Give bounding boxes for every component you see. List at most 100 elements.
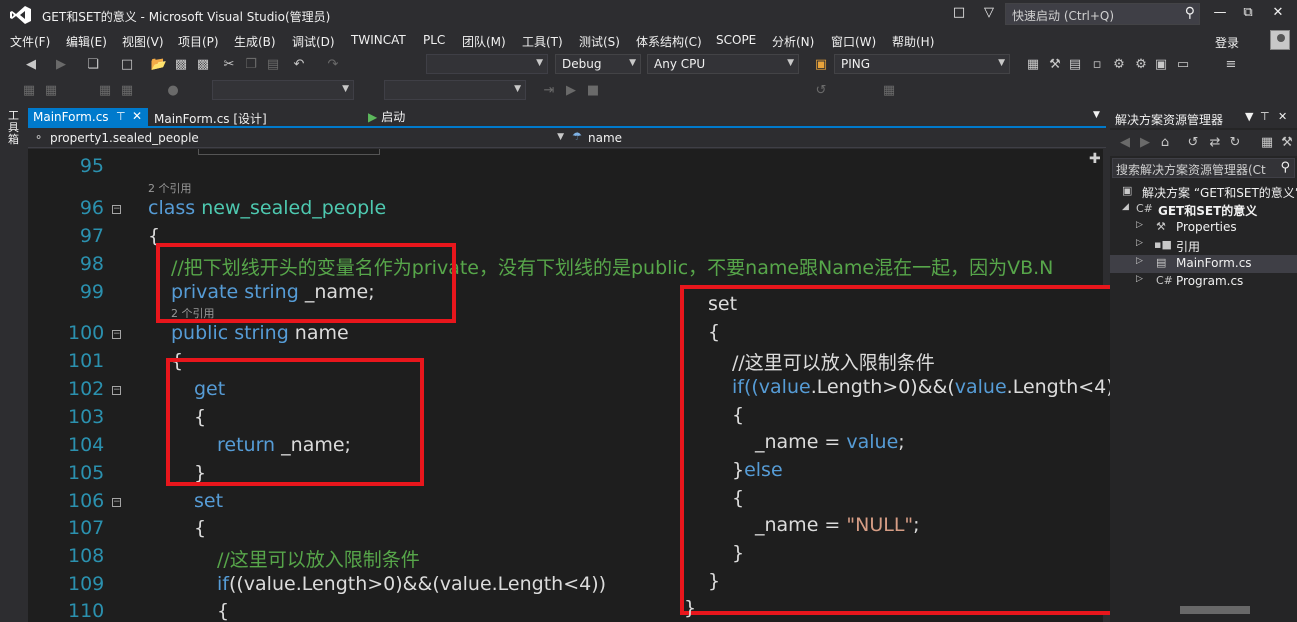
history-icon[interactable]: ↺ xyxy=(1184,133,1202,153)
cut-icon[interactable]: ✂ xyxy=(220,55,238,75)
expanded-icon[interactable]: ◢ xyxy=(1122,202,1129,212)
fold-toggle[interactable]: − xyxy=(112,330,121,339)
new-project-icon[interactable]: ❏ xyxy=(84,55,102,75)
toolbox-strip[interactable] xyxy=(0,104,22,622)
menu-view[interactable]: 视图(V) xyxy=(122,33,164,50)
tree-program[interactable]: ▷ C# Program.cs xyxy=(1110,273,1297,291)
horizontal-scrollbar[interactable] xyxy=(1180,606,1250,614)
plc-task-combo[interactable]: ▼ xyxy=(384,80,526,100)
pin-icon[interactable]: ⊤ xyxy=(1260,110,1270,123)
sign-in-link[interactable]: 登录 xyxy=(1215,34,1239,51)
type-dropdown[interactable]: ⚬ property1.sealed_people ▼ xyxy=(30,130,566,147)
save-icon[interactable]: ▩ xyxy=(172,55,190,75)
menu-team[interactable]: 团队(M) xyxy=(462,33,506,50)
feedback-icon[interactable]: □ xyxy=(950,4,968,22)
layout-icon[interactable]: ▦ xyxy=(880,81,898,101)
breakpoint-icon[interactable]: ● xyxy=(164,81,182,101)
twincat-activate-icon[interactable]: ▦ xyxy=(1024,55,1042,75)
customize-icon[interactable]: ≡ xyxy=(1222,55,1240,75)
tab-overflow-icon[interactable]: ▼ xyxy=(1093,110,1100,120)
tools-icon[interactable]: ⚒ xyxy=(1046,55,1064,75)
stop-icon[interactable]: ■ xyxy=(584,81,602,101)
tree-properties[interactable]: ▷ ⚒ Properties xyxy=(1110,219,1297,237)
tree-mainform[interactable]: ▷ ▤ MainForm.cs xyxy=(1110,255,1297,273)
plc-start-icon[interactable]: ▦ xyxy=(96,81,114,101)
platform-combo[interactable]: Any CPU ▼ xyxy=(647,54,799,74)
tree-project[interactable]: ◢ C# GET和SET的意义 xyxy=(1110,201,1297,219)
plc-project-combo[interactable]: ▼ xyxy=(212,80,354,100)
menu-test[interactable]: 测试(S) xyxy=(579,33,620,50)
debug-target-combo[interactable]: ▼ xyxy=(426,54,548,74)
menu-scope[interactable]: SCOPE xyxy=(716,33,756,47)
copy-icon[interactable]: ❐ xyxy=(242,55,260,75)
config-mode-icon[interactable]: ▫ xyxy=(1088,55,1106,75)
collapsed-icon[interactable]: ▷ xyxy=(1136,256,1143,266)
back-icon[interactable]: ◀ xyxy=(1116,133,1134,153)
collapsed-icon[interactable]: ▷ xyxy=(1136,274,1143,284)
properties-icon[interactable]: ⚒ xyxy=(1278,133,1296,153)
forward-icon[interactable]: ▶ xyxy=(52,55,70,75)
fold-toggle[interactable]: − xyxy=(112,205,121,214)
terminal-icon[interactable]: ▤ xyxy=(1066,55,1084,75)
menu-debug[interactable]: 调试(D) xyxy=(292,33,335,50)
home-icon[interactable]: ⌂ xyxy=(1156,133,1174,153)
menu-twincat[interactable]: TWINCAT xyxy=(351,33,406,47)
restart-icon[interactable]: ⚙ xyxy=(1110,55,1128,75)
window-layout-icon[interactable]: ▭ xyxy=(1174,55,1192,75)
toolbox-tab[interactable]: 工具箱 xyxy=(8,110,20,146)
collapse-all-icon[interactable]: ▦ xyxy=(1258,133,1276,153)
code-lens-references[interactable]: 2 个引用 xyxy=(148,180,192,196)
quick-launch-input[interactable]: 快速启动 (Ctrl+Q) ⚲ xyxy=(1005,3,1200,25)
menu-edit[interactable]: 编辑(E) xyxy=(66,33,107,50)
add-item-icon[interactable]: □ xyxy=(118,55,136,75)
minimize-button[interactable]: — xyxy=(1210,4,1230,22)
play-dim-icon[interactable]: ▶ xyxy=(562,81,580,101)
tab-mainform-design[interactable]: MainForm.cs [设计] xyxy=(150,108,267,128)
solution-search-input[interactable]: 搜索解决方案资源管理器(Ct ⚲ xyxy=(1112,158,1295,178)
save-all-icon[interactable]: ▩ xyxy=(194,55,212,75)
plc-icon[interactable]: ▦ xyxy=(20,81,38,101)
split-editor-icon[interactable]: ✚ xyxy=(1089,151,1101,167)
fold-toggle[interactable]: − xyxy=(112,498,121,507)
pin-icon[interactable]: ⊤ xyxy=(116,110,126,123)
menu-help[interactable]: 帮助(H) xyxy=(892,33,934,50)
tab-mainform-cs[interactable]: MainForm.cs ⊤ ✕ xyxy=(28,108,148,128)
open-file-icon[interactable]: 📂 xyxy=(150,55,168,75)
user-avatar[interactable] xyxy=(1270,30,1290,50)
target-icon[interactable]: ▣ xyxy=(1152,55,1170,75)
refresh-icon[interactable]: ↻ xyxy=(1226,133,1244,153)
menu-window[interactable]: 窗口(W) xyxy=(831,33,876,50)
notification-filter-icon[interactable]: ▽ xyxy=(980,4,998,22)
menu-architecture[interactable]: 体系结构(C) xyxy=(636,33,702,50)
settings-icon[interactable]: ⚙ xyxy=(1132,55,1150,75)
ping-combo[interactable]: PING ▼ xyxy=(834,54,1010,74)
collapsed-icon[interactable]: ▷ xyxy=(1136,220,1143,230)
redo-icon[interactable]: ↷ xyxy=(324,55,342,75)
menu-plc[interactable]: PLC xyxy=(423,33,445,47)
fold-toggle[interactable]: − xyxy=(112,386,121,395)
paste-icon[interactable]: ▤ xyxy=(264,55,282,75)
plc-login-icon[interactable]: ▦ xyxy=(42,81,60,101)
chevron-down-icon[interactable]: ▼ xyxy=(1245,110,1253,123)
forward-icon[interactable]: ▶ xyxy=(1136,133,1154,153)
close-icon[interactable]: ✕ xyxy=(132,109,142,123)
member-dropdown[interactable]: ☂ name xyxy=(570,130,1106,147)
reset-icon[interactable]: ↺ xyxy=(812,81,830,101)
close-button[interactable]: ✕ xyxy=(1268,4,1288,22)
tree-references[interactable]: ▷ ▪■ 引用 xyxy=(1110,237,1297,255)
collapsed-icon[interactable]: ▷ xyxy=(1136,238,1143,248)
plc-stop-icon[interactable]: ▦ xyxy=(118,81,136,101)
menu-project[interactable]: 项目(P) xyxy=(178,33,219,50)
close-icon[interactable]: ✕ xyxy=(1278,110,1287,123)
menu-analyze[interactable]: 分析(N) xyxy=(772,33,814,50)
menu-build[interactable]: 生成(B) xyxy=(234,33,276,50)
sync-icon[interactable]: ⇄ xyxy=(1206,133,1224,153)
step-into-icon[interactable]: ⇥ xyxy=(540,81,558,101)
restore-button[interactable]: ⧉ xyxy=(1238,4,1258,22)
config-combo[interactable]: Debug ▼ xyxy=(555,54,641,74)
tree-solution[interactable]: ▣ 解决方案 “GET和SET的意义” xyxy=(1110,183,1297,201)
back-icon[interactable]: ◀ xyxy=(22,55,40,75)
undo-icon[interactable]: ↶ xyxy=(290,55,308,75)
menu-file[interactable]: 文件(F) xyxy=(10,33,50,50)
menu-tools[interactable]: 工具(T) xyxy=(522,33,563,50)
